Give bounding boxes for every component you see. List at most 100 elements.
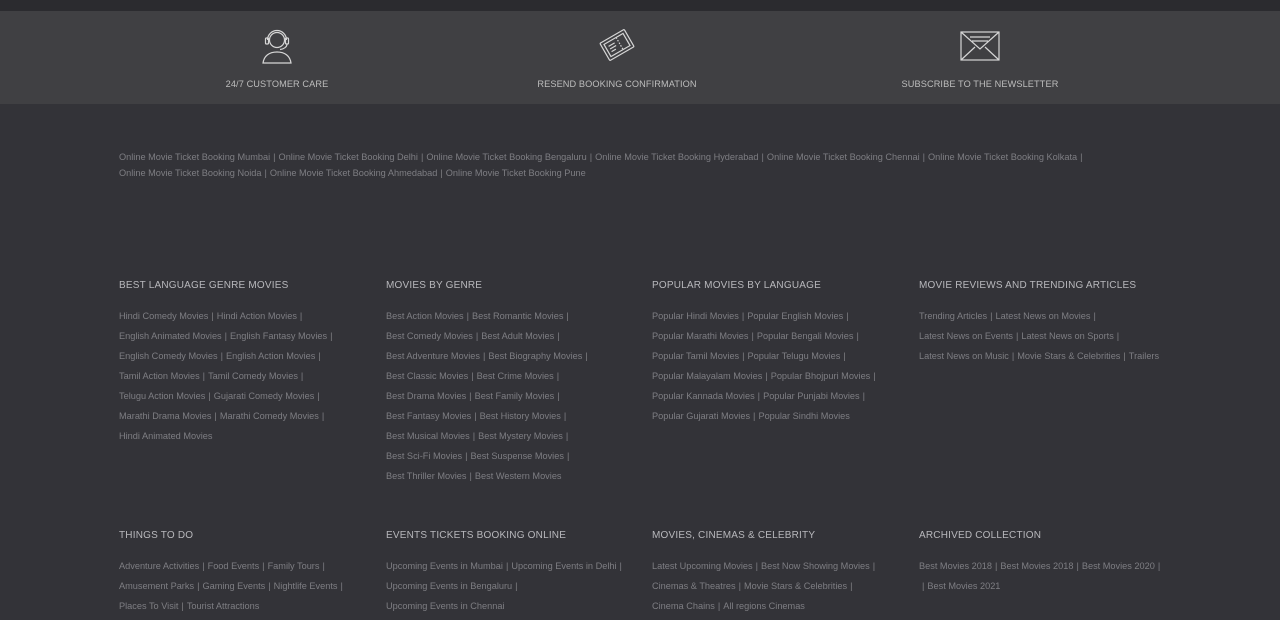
- footer-link[interactable]: Best Movies 2018: [1000, 561, 1073, 571]
- separator: |: [322, 561, 325, 571]
- footer-link[interactable]: Marathi Drama Movies: [119, 411, 211, 421]
- footer-link[interactable]: Best Musical Movies: [386, 431, 470, 441]
- footer-link[interactable]: Hindi Action Movies: [217, 311, 297, 321]
- footer-link[interactable]: Upcoming Events in Mumbai: [386, 561, 503, 571]
- footer-link[interactable]: Latest News on Movies: [995, 311, 1090, 321]
- footer-link[interactable]: Upcoming Events in Chennai: [386, 601, 504, 611]
- footer-link[interactable]: Popular Sindhi Movies: [758, 411, 849, 421]
- footer-link[interactable]: English Fantasy Movies: [230, 331, 327, 341]
- separator: |: [757, 391, 761, 401]
- footer-link[interactable]: Movie Stars & Celebrities: [744, 581, 847, 591]
- footer-link[interactable]: Best Comedy Movies: [386, 331, 473, 341]
- footer-link[interactable]: Best History Movies: [480, 411, 561, 421]
- footer-link[interactable]: Popular Kannada Movies: [652, 391, 755, 401]
- footer-link[interactable]: Best Adventure Movies: [386, 351, 480, 361]
- footer-link[interactable]: Latest News on Music: [919, 351, 1009, 361]
- footer-link[interactable]: Best Suspense Movies: [470, 451, 563, 461]
- footer-link[interactable]: Best Adult Movies: [481, 331, 554, 341]
- footer-link[interactable]: Popular Telugu Movies: [748, 351, 841, 361]
- footer-link[interactable]: Tamil Comedy Movies: [208, 371, 298, 381]
- footer-link[interactable]: Best Western Movies: [475, 471, 562, 481]
- footer-link[interactable]: Hindi Animated Movies: [119, 431, 212, 441]
- section-title: MOVIE REVIEWS AND TRENDING ARTICLES: [919, 280, 1137, 291]
- customer-care-link[interactable]: 24/7 CUSTOMER CARE: [147, 23, 407, 89]
- city-link[interactable]: Online Movie Ticket Booking Mumbai: [119, 152, 270, 162]
- footer-link[interactable]: Best Mystery Movies: [478, 431, 563, 441]
- footer-link[interactable]: Best Biography Movies: [488, 351, 582, 361]
- footer-link[interactable]: Popular Hindi Movies: [652, 311, 739, 321]
- list-item: Best Thriller Movies | Best Western Movies: [386, 470, 636, 490]
- footer-link[interactable]: Places To Visit: [119, 601, 178, 611]
- footer-link[interactable]: Cinemas & Theatres: [652, 581, 736, 591]
- footer-link[interactable]: English Animated Movies: [119, 331, 222, 341]
- footer-link[interactable]: Telugu Action Movies: [119, 391, 205, 401]
- resend-booking-link[interactable]: RESEND BOOKING CONFIRMATION: [487, 23, 747, 89]
- city-link[interactable]: Online Movie Ticket Booking Ahmedabad: [270, 168, 438, 178]
- footer-link[interactable]: Movie Stars & Celebrities: [1017, 351, 1120, 361]
- city-link[interactable]: Online Movie Ticket Booking Hyderabad: [595, 152, 758, 162]
- footer-link[interactable]: English Action Movies: [226, 351, 315, 361]
- list-item: Best Movies 2018 | Best Movies 2018 | Best M…: [919, 560, 1169, 580]
- footer-link[interactable]: Latest News on Sports: [1021, 331, 1113, 341]
- link-list: Popular Hindi Movies | Popular English Mov…: [652, 310, 902, 430]
- footer-link[interactable]: Hindi Comedy Movies: [119, 311, 208, 321]
- footer-link[interactable]: Best Movies 2021: [927, 581, 1000, 591]
- city-link[interactable]: Online Movie Ticket Booking Pune: [446, 168, 586, 178]
- footer-link[interactable]: Best Thriller Movies: [386, 471, 467, 481]
- footer-link[interactable]: Popular Marathi Movies: [652, 331, 749, 341]
- section-title: MOVIES BY GENRE: [386, 280, 483, 291]
- separator: |: [761, 152, 764, 162]
- footer-link[interactable]: Cinema Chains: [652, 601, 715, 611]
- footer-link[interactable]: Best Classic Movies: [386, 371, 468, 381]
- footer-link[interactable]: Best Crime Movies: [477, 371, 554, 381]
- footer-link[interactable]: English Comedy Movies: [119, 351, 218, 361]
- footer-link[interactable]: Best Fantasy Movies: [386, 411, 471, 421]
- city-link[interactable]: Online Movie Ticket Booking Kolkata: [928, 152, 1077, 162]
- footer-link[interactable]: Popular Bhojpuri Movies: [771, 371, 871, 381]
- footer-link[interactable]: Trending Articles: [919, 311, 987, 321]
- city-link[interactable]: Online Movie Ticket Booking Chennai: [767, 152, 920, 162]
- list-item: Amusement Parks | Gaming Events | Nightlife …: [119, 580, 369, 600]
- footer-link[interactable]: Best Family Movies: [475, 391, 555, 401]
- footer-link[interactable]: Popular Tamil Movies: [652, 351, 739, 361]
- footer-link[interactable]: Popular Gujarati Movies: [652, 411, 750, 421]
- footer-link[interactable]: Best Movies 2020: [1082, 561, 1155, 571]
- list-item: Latest Upcoming Movies | Best Now Showing …: [652, 560, 902, 580]
- footer-link[interactable]: Tamil Action Movies: [119, 371, 200, 381]
- footer-link[interactable]: Upcoming Events in Bengaluru: [386, 581, 512, 591]
- footer-link[interactable]: Adventure Activities: [119, 561, 199, 571]
- footer-link[interactable]: Family Tours: [268, 561, 320, 571]
- list-item: Best Action Movies | Best Romantic Movies |: [386, 310, 636, 330]
- footer-link[interactable]: Trailers: [1129, 351, 1159, 361]
- footer-link[interactable]: Food Events: [208, 561, 260, 571]
- footer-link[interactable]: Gaming Events: [202, 581, 265, 591]
- footer-link[interactable]: Marathi Comedy Movies: [220, 411, 319, 421]
- separator: |: [299, 311, 303, 321]
- footer-link[interactable]: Best Romantic Movies: [472, 311, 563, 321]
- footer-link[interactable]: Popular English Movies: [747, 311, 843, 321]
- footer-link[interactable]: Nightlife Events: [274, 581, 338, 591]
- footer-link[interactable]: Popular Bengali Movies: [757, 331, 854, 341]
- separator: |: [273, 152, 276, 162]
- footer-link[interactable]: Latest Upcoming Movies: [652, 561, 753, 571]
- footer-link[interactable]: Best Movies 2018: [919, 561, 992, 571]
- footer-link[interactable]: Upcoming Events in Delhi: [511, 561, 616, 571]
- footer-link[interactable]: Popular Malayalam Movies: [652, 371, 762, 381]
- list-item: Popular Kannada Movies | Popular Punjabi M…: [652, 390, 902, 410]
- footer-link[interactable]: All regions Cinemas: [723, 601, 805, 611]
- footer-link[interactable]: Best Sci-Fi Movies: [386, 451, 462, 461]
- footer-link[interactable]: Best Now Showing Movies: [761, 561, 870, 571]
- footer-link[interactable]: Gujarati Comedy Movies: [214, 391, 315, 401]
- footer-link[interactable]: Latest News on Events: [919, 331, 1013, 341]
- newsletter-link[interactable]: SUBSCRIBE TO THE NEWSLETTER: [850, 23, 1110, 89]
- city-link[interactable]: Online Movie Ticket Booking Noida: [119, 168, 261, 178]
- footer-link[interactable]: Amusement Parks: [119, 581, 194, 591]
- link-list: Upcoming Events in Mumbai | Upcoming Event…: [386, 560, 636, 620]
- footer-link[interactable]: Tourist Attractions: [187, 601, 260, 611]
- footer-link[interactable]: Best Drama Movies: [386, 391, 466, 401]
- city-link[interactable]: Online Movie Ticket Booking Delhi: [279, 152, 418, 162]
- footer-link[interactable]: Best Action Movies: [386, 311, 464, 321]
- city-link[interactable]: Online Movie Ticket Booking Bengaluru: [426, 152, 586, 162]
- footer-link[interactable]: Popular Punjabi Movies: [763, 391, 860, 401]
- separator: |: [466, 311, 470, 321]
